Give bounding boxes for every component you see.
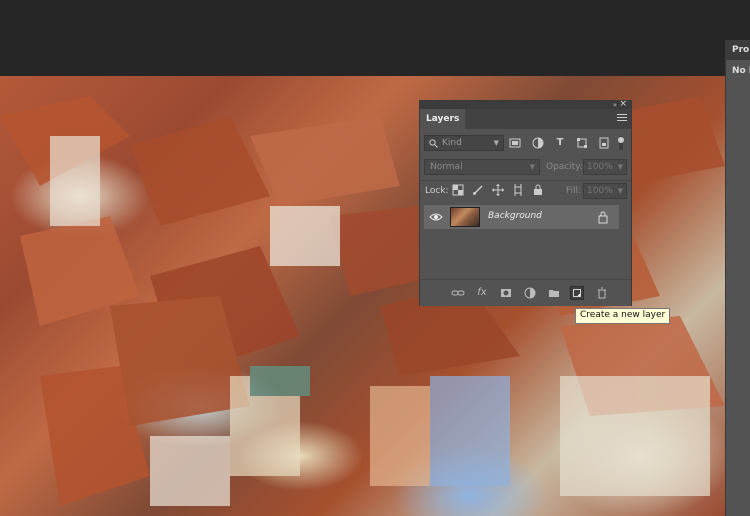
lock-artboard-icon[interactable] [512,184,524,196]
properties-panel: Prop No l [725,40,750,516]
chevron-down-icon: ▼ [617,187,623,195]
chevron-down-icon: ▼ [493,139,499,147]
close-icon[interactable]: × [619,100,627,109]
layer-row-background[interactable]: Background [424,205,619,229]
opacity-value: 100% [587,162,613,172]
layers-panel: » × Layers Kind ▼ T Normal ▼ Opacity: 10… [419,100,632,306]
layers-panel-tabs: Layers [420,109,631,129]
lock-position-icon[interactable] [492,184,504,196]
shape-filter-icon[interactable] [576,137,588,149]
new-layer-icon[interactable] [570,286,584,300]
filter-kind-select[interactable]: Kind ▼ [424,135,504,151]
type-filter-icon[interactable]: T [554,137,566,149]
layer-thumbnail [450,207,480,227]
image-filter-icon[interactable] [509,137,521,149]
lock-icon[interactable] [597,210,609,224]
fill-label: Fill: [566,186,582,196]
opacity-field[interactable]: 100% ▼ [583,159,627,175]
filter-kind-label: Kind [442,138,462,148]
collapse-arrows-icon[interactable]: » [613,101,617,109]
chevron-down-icon: ▼ [617,163,623,171]
layer-name: Background [488,211,542,221]
opacity-label: Opacity: [546,162,583,172]
adjustment-icon[interactable] [523,286,537,300]
fill-value: 100% [587,186,613,196]
panel-menu-icon[interactable] [617,114,627,124]
trash-icon[interactable] [595,286,609,300]
adjustment-filter-icon[interactable] [532,137,544,149]
group-folder-icon[interactable] [547,286,561,300]
divider [420,180,631,181]
smart-object-filter-icon[interactable] [598,137,610,149]
mask-icon[interactable] [499,286,513,300]
tab-layers[interactable]: Layers [420,109,466,129]
eye-visibility-icon[interactable] [429,211,443,223]
options-bar [0,0,750,76]
lock-all-icon[interactable] [532,184,544,196]
lock-label: Lock: [425,186,449,196]
filter-toggle-switch[interactable] [617,136,625,150]
chevron-down-icon: ▼ [529,163,535,171]
layers-panel-titlebar[interactable]: » × [420,100,631,109]
fill-field[interactable]: 100% ▼ [583,183,627,199]
lock-pixels-icon[interactable] [472,184,484,196]
lock-transparent-icon[interactable] [452,184,464,196]
properties-panel-title[interactable]: Prop [726,40,750,60]
tooltip: Create a new layer [575,308,671,324]
layers-panel-footer: fx [420,279,631,306]
link-layers-icon[interactable] [451,286,465,300]
properties-panel-subtitle: No l [732,66,750,76]
blend-mode-value: Normal [430,162,463,172]
fx-icon[interactable]: fx [475,286,489,300]
search-icon [429,139,438,148]
blend-mode-select[interactable]: Normal ▼ [424,159,540,175]
